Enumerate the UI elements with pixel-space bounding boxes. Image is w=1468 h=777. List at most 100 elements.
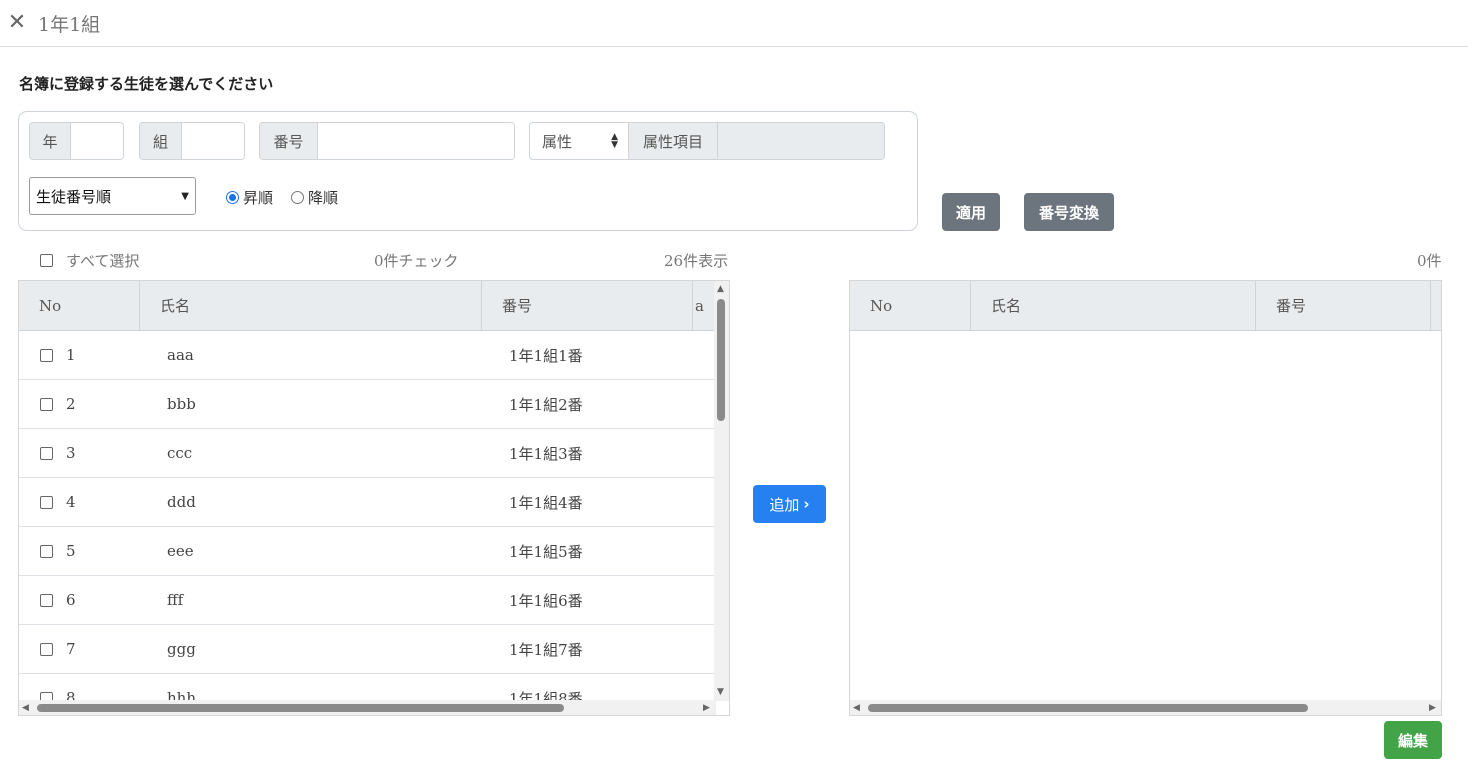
radio-ascending[interactable]: 昇順	[226, 187, 273, 208]
select-all-label: すべて選択	[66, 252, 140, 270]
select-all[interactable]: すべて選択	[40, 250, 139, 271]
chevron-down-icon: ▼	[181, 190, 189, 202]
row-name: ccc	[167, 444, 193, 462]
row-checkbox[interactable]	[40, 625, 53, 673]
scroll-right-icon[interactable]: ▶	[703, 703, 710, 713]
radio-ascending-dot[interactable]	[226, 191, 239, 204]
row-checkbox-box[interactable]	[40, 348, 53, 362]
row-checkbox-box[interactable]	[40, 593, 53, 607]
row-name: aaa	[167, 346, 194, 364]
selected-count: 0件	[1417, 252, 1442, 270]
row-no: 6	[66, 591, 76, 609]
column-header-no: No	[19, 281, 140, 330]
horizontal-scrollbar-thumb[interactable]	[37, 704, 564, 712]
table-row[interactable]: 2 bbb 1年1組2番	[19, 380, 716, 429]
scroll-left-icon[interactable]: ◀	[853, 703, 860, 713]
add-button[interactable]: 追加 ›	[753, 485, 826, 523]
column-header-no: No	[850, 281, 971, 330]
close-icon[interactable]: ✕	[6, 9, 28, 37]
row-name: ggg	[167, 640, 196, 658]
attribute-item-input	[718, 123, 884, 159]
attribute-input-group: 属性 ▲ ▼ 属性項目	[529, 122, 885, 160]
row-checkbox[interactable]	[40, 380, 53, 428]
number-input[interactable]	[318, 123, 514, 159]
instruction-text: 名簿に登録する生徒を選んでください	[19, 75, 274, 93]
title-bar: ✕ 1年1組	[0, 0, 1468, 47]
row-checkbox-box[interactable]	[40, 397, 53, 411]
add-button-label: 追加	[769, 495, 800, 514]
scroll-up-icon[interactable]: ▲	[717, 284, 724, 294]
row-no: 1	[66, 346, 76, 364]
row-checkbox[interactable]	[40, 576, 53, 624]
row-no: 5	[66, 542, 76, 560]
horizontal-scrollbar[interactable]: ◀ ▶	[850, 700, 1441, 715]
table-row[interactable]: 5 eee 1年1組5番	[19, 527, 716, 576]
column-header-number: 番号	[482, 281, 693, 330]
attribute-select[interactable]: 属性 ▲ ▼	[530, 123, 629, 159]
row-name: eee	[167, 542, 194, 560]
table-row[interactable]: 3 ccc 1年1組3番	[19, 429, 716, 478]
column-header-number: 番号	[1256, 281, 1431, 330]
student-list-table: No 氏名 番号 a 1 aaa 1年1組1番 2 bbb 1年1組2番 3 c…	[18, 280, 730, 716]
class-input[interactable]	[182, 123, 244, 159]
row-checkbox[interactable]	[40, 331, 53, 379]
row-number: 1年1組5番	[509, 542, 583, 561]
row-name: bbb	[167, 395, 196, 413]
attribute-item-label: 属性項目	[629, 123, 718, 159]
radio-descending[interactable]: 降順	[291, 187, 338, 208]
number-input-group: 番号	[259, 122, 515, 160]
column-header-name: 氏名	[971, 281, 1256, 330]
apply-button[interactable]: 適用	[942, 193, 1000, 231]
row-checkbox[interactable]	[40, 527, 53, 575]
table-row[interactable]: 1 aaa 1年1組1番	[19, 331, 716, 380]
selected-list-table: No 氏名 番号 ◀ ▶	[849, 280, 1442, 716]
filter-panel: 年 組 番号 属性 ▲ ▼ 属性項目 生徒番号順 ▼ 昇順 降順	[18, 111, 918, 231]
horizontal-scrollbar-thumb[interactable]	[868, 704, 1308, 712]
class-input-group: 組	[139, 122, 245, 160]
radio-ascending-label: 昇順	[243, 189, 274, 207]
table-row[interactable]: 7 ggg 1年1組7番	[19, 625, 716, 674]
radio-descending-dot[interactable]	[291, 191, 304, 204]
row-name: fff	[167, 591, 184, 609]
window-title: 1年1組	[38, 14, 101, 36]
vertical-scrollbar-thumb[interactable]	[717, 299, 725, 421]
row-number: 1年1組7番	[509, 640, 583, 659]
sort-caret-icon: ▲ ▼	[611, 132, 618, 150]
horizontal-scrollbar[interactable]: ◀ ▶	[19, 700, 716, 715]
scroll-down-icon[interactable]: ▼	[717, 687, 724, 697]
row-number: 1年1組1番	[509, 346, 583, 365]
chevron-right-icon: ›	[803, 495, 810, 513]
row-checkbox-box[interactable]	[40, 544, 53, 558]
radio-descending-label: 降順	[308, 189, 339, 207]
row-no: 3	[66, 444, 76, 462]
edit-button[interactable]: 編集	[1384, 721, 1442, 759]
row-checkbox[interactable]	[40, 429, 53, 477]
table-row[interactable]: 4 ddd 1年1組4番	[19, 478, 716, 527]
scroll-left-icon[interactable]: ◀	[22, 703, 29, 713]
row-number: 1年1組4番	[509, 493, 583, 512]
table-row[interactable]: 6 fff 1年1組6番	[19, 576, 716, 625]
checked-count: 0件チェック	[374, 252, 459, 270]
row-no: 7	[66, 640, 76, 658]
row-checkbox-box[interactable]	[40, 642, 53, 656]
year-input-group: 年	[29, 122, 124, 160]
row-number: 1年1組3番	[509, 444, 583, 463]
year-input[interactable]	[71, 123, 123, 159]
vertical-scrollbar[interactable]: ▲ ▼	[714, 281, 729, 701]
row-no: 2	[66, 395, 76, 413]
row-no: 4	[66, 493, 76, 511]
row-number: 1年1組2番	[509, 395, 583, 414]
select-all-checkbox[interactable]	[40, 254, 53, 267]
sort-select-value: 生徒番号順	[36, 187, 112, 206]
row-checkbox-box[interactable]	[40, 495, 53, 509]
row-number: 1年1組6番	[509, 591, 583, 610]
table-header: No 氏名 番号 a	[19, 281, 716, 331]
row-name: ddd	[167, 493, 196, 511]
shown-count: 26件表示	[664, 252, 729, 270]
number-convert-button[interactable]: 番号変換	[1024, 193, 1114, 231]
row-checkbox[interactable]	[40, 478, 53, 526]
row-checkbox-box[interactable]	[40, 446, 53, 460]
attribute-select-value: 属性	[542, 132, 573, 151]
sort-select[interactable]: 生徒番号順 ▼	[29, 177, 196, 215]
scroll-right-icon[interactable]: ▶	[1429, 703, 1436, 713]
